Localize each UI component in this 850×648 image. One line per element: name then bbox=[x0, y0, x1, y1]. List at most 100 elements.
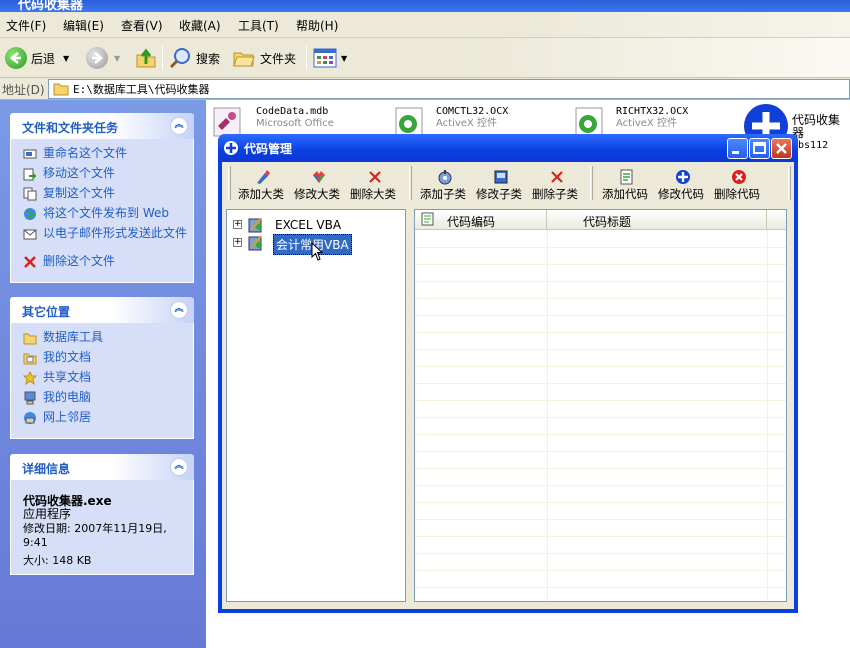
column-header-code-title[interactable]: 代码标题 bbox=[547, 210, 767, 230]
add-subcategory-label: 添加子类 bbox=[420, 187, 466, 201]
file-name: COMCTL32.OCX bbox=[436, 106, 509, 117]
edit-code-button[interactable]: 修改代码 bbox=[656, 169, 710, 201]
delete-x-icon bbox=[369, 171, 381, 183]
delete-category-label: 删除大类 bbox=[350, 187, 396, 201]
maximize-icon bbox=[753, 142, 766, 154]
network-icon bbox=[24, 412, 36, 424]
email-icon bbox=[23, 229, 37, 240]
edit-subcategory-button[interactable]: 修改子类 bbox=[474, 169, 528, 201]
maximize-button[interactable] bbox=[749, 138, 770, 159]
edit-category-icon bbox=[313, 171, 325, 183]
task-pane: 文件和文件夹任务 ︽ 重命名这个文件 移动这个文件 复制这个文件 将这个文件发布到… bbox=[0, 100, 206, 648]
place-network[interactable]: 网上邻居 bbox=[23, 411, 195, 425]
place-database-tools[interactable]: 数据库工具 bbox=[23, 331, 195, 345]
folder-icon bbox=[53, 83, 69, 96]
details-panel-header[interactable]: 详细信息 ︽ bbox=[10, 454, 194, 480]
close-icon bbox=[776, 143, 787, 154]
file-name: RICHTX32.OCX bbox=[616, 106, 689, 117]
search-button[interactable]: 搜索 bbox=[168, 46, 220, 70]
mouse-cursor-icon bbox=[311, 242, 324, 261]
place-shared-documents[interactable]: 共享文档 bbox=[23, 371, 195, 385]
detail-modified: 修改日期: 2007年11月19日, 9:41 bbox=[23, 522, 167, 549]
task-email[interactable]: 以电子邮件形式发送此文件 bbox=[23, 227, 195, 241]
column-header-filler bbox=[767, 210, 786, 230]
my-documents-icon bbox=[23, 353, 37, 365]
back-label: 后退 bbox=[31, 51, 56, 66]
back-arrow-icon bbox=[5, 47, 27, 69]
window-title: 代码收集器 bbox=[18, 0, 84, 12]
views-dropdown-icon[interactable]: ▼ bbox=[341, 54, 347, 63]
expand-plus-icon[interactable]: + bbox=[233, 220, 242, 229]
menu-tools[interactable]: 工具(T) bbox=[238, 17, 279, 34]
back-dropdown-icon[interactable]: ▼ bbox=[63, 54, 69, 63]
task-move[interactable]: 移动这个文件 bbox=[23, 167, 195, 181]
folders-button[interactable]: 文件夹 bbox=[232, 46, 296, 70]
menu-favorites[interactable]: 收藏(A) bbox=[179, 17, 221, 34]
places-panel: 数据库工具 我的文档 共享文档 我的电脑 网上邻居 bbox=[10, 323, 194, 439]
window-title-bar[interactable]: 代码收集器 bbox=[0, 0, 850, 12]
delete-category-button[interactable]: 删除大类 bbox=[348, 169, 402, 201]
delete-subcategory-button[interactable]: 删除子类 bbox=[530, 169, 584, 201]
views-icon bbox=[313, 48, 337, 68]
add-category-button[interactable]: 添加大类 bbox=[236, 169, 290, 201]
delete-circle-icon bbox=[732, 170, 746, 184]
task-publish-web[interactable]: 将这个文件发布到 Web bbox=[23, 207, 195, 221]
delete-x-icon bbox=[551, 171, 563, 183]
collapse-chevron-icon[interactable]: ︽ bbox=[170, 117, 188, 135]
expand-plus-icon[interactable]: + bbox=[233, 238, 242, 247]
tree-item-selected[interactable]: + 会计常用VBA bbox=[233, 234, 393, 261]
tree-item-label: EXCEL VBA bbox=[275, 218, 342, 232]
add-subcategory-button[interactable]: 添加子类 bbox=[418, 169, 472, 201]
up-folder-button[interactable] bbox=[134, 46, 158, 70]
minimize-button[interactable] bbox=[727, 138, 748, 159]
collapse-chevron-icon[interactable]: ︽ bbox=[170, 301, 188, 319]
add-code-button[interactable]: 添加代码 bbox=[600, 169, 654, 201]
close-button[interactable] bbox=[771, 138, 792, 159]
forward-dropdown-icon[interactable]: ▼ bbox=[114, 54, 120, 63]
views-button[interactable]: ▼ bbox=[313, 46, 347, 70]
folder-icon bbox=[23, 333, 37, 345]
edit-subcategory-icon bbox=[494, 170, 508, 184]
task-copy[interactable]: 复制这个文件 bbox=[23, 187, 195, 201]
back-button[interactable]: 后退 ▼ bbox=[5, 46, 69, 70]
code-manager-dialog: 代码管理 添加大类 修改大类 删除大类 添加子类 修改子类 删除子类 添加代码 … bbox=[218, 134, 798, 613]
add-category-label: 添加大类 bbox=[238, 187, 284, 201]
add-subcategory-icon bbox=[438, 170, 452, 185]
edit-category-button[interactable]: 修改大类 bbox=[292, 169, 346, 201]
address-label: 地址(D) bbox=[2, 83, 45, 97]
menu-edit[interactable]: 编辑(E) bbox=[63, 17, 104, 34]
search-label: 搜索 bbox=[196, 51, 221, 66]
add-code-label: 添加代码 bbox=[602, 187, 648, 201]
code-list-table[interactable]: 代码编码 代码标题 bbox=[414, 209, 787, 602]
plus-circle-icon bbox=[676, 170, 690, 184]
tasks-panel-title: 文件和文件夹任务 bbox=[22, 121, 119, 135]
column-header-code-number[interactable]: 代码编码 bbox=[415, 210, 547, 230]
menu-help[interactable]: 帮助(H) bbox=[296, 17, 338, 34]
file-name: 代码收集器 bbox=[792, 113, 841, 140]
tasks-panel-header[interactable]: 文件和文件夹任务 ︽ bbox=[10, 113, 194, 139]
place-my-documents[interactable]: 我的文档 bbox=[23, 351, 195, 365]
column-header-label: 代码标题 bbox=[583, 215, 632, 229]
collapse-chevron-icon[interactable]: ︽ bbox=[170, 458, 188, 476]
places-panel-header[interactable]: 其它位置 ︽ bbox=[10, 297, 194, 323]
task-rename[interactable]: 重命名这个文件 bbox=[23, 147, 195, 161]
task-delete[interactable]: 删除这个文件 bbox=[23, 255, 195, 269]
tree-item[interactable]: + EXCEL VBA bbox=[233, 216, 393, 233]
edit-subcategory-label: 修改子类 bbox=[476, 187, 522, 201]
file-type: zbs112 bbox=[792, 140, 829, 151]
dialog-title-bar[interactable]: 代码管理 bbox=[218, 134, 798, 162]
details-panel-title: 详细信息 bbox=[22, 462, 71, 476]
dialog-title: 代码管理 bbox=[244, 142, 293, 156]
menu-file[interactable]: 文件(F) bbox=[6, 17, 46, 34]
edit-category-label: 修改大类 bbox=[294, 187, 340, 201]
place-my-computer[interactable]: 我的电脑 bbox=[23, 391, 195, 405]
menu-view[interactable]: 查看(V) bbox=[121, 17, 163, 34]
delete-code-button[interactable]: 删除代码 bbox=[712, 169, 766, 201]
address-input[interactable]: E:\数据库工具\代码收集器 bbox=[48, 79, 850, 99]
tree-node-icon bbox=[248, 217, 262, 233]
tree-node-icon bbox=[248, 235, 262, 251]
tasks-panel: 重命名这个文件 移动这个文件 复制这个文件 将这个文件发布到 Web 以电子邮件… bbox=[10, 139, 194, 283]
forward-button[interactable]: ▼ bbox=[86, 46, 120, 70]
category-tree[interactable]: + EXCEL VBA + 会计常用VBA bbox=[226, 209, 406, 602]
add-code-icon bbox=[620, 169, 633, 185]
